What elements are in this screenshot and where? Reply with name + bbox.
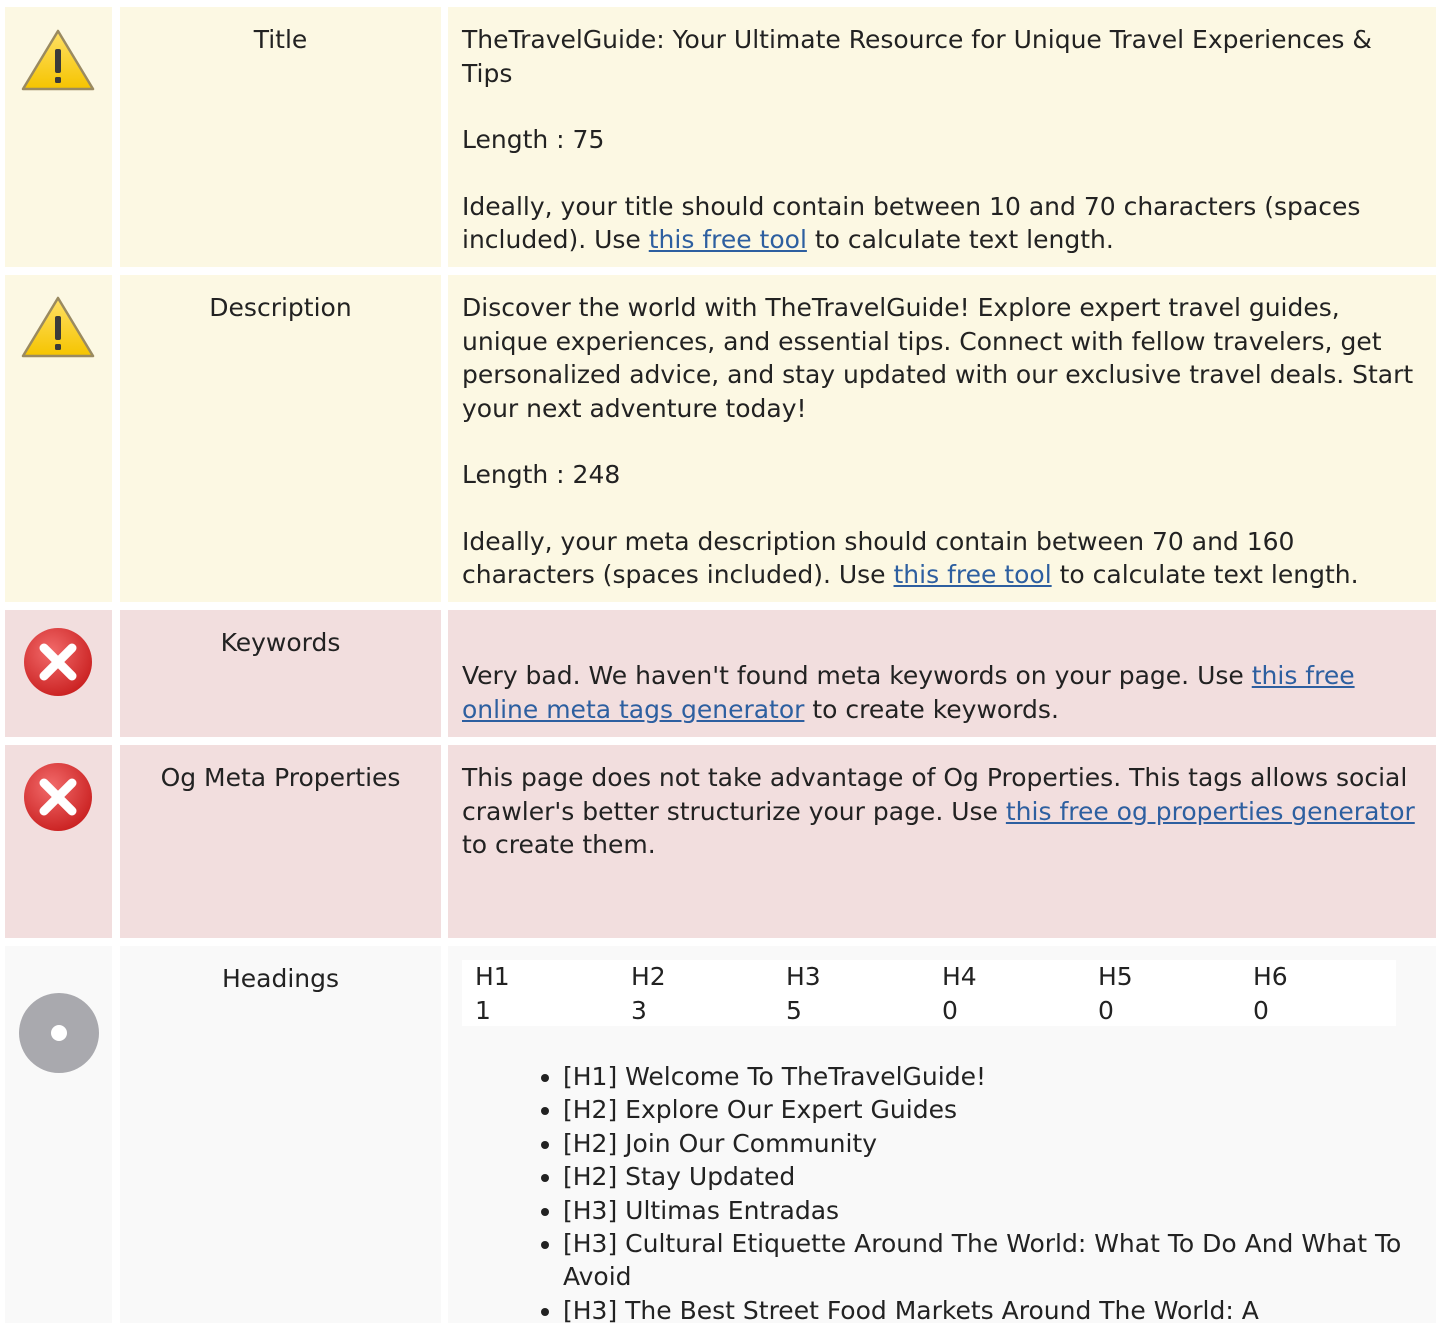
og-content: This page does not take advantage of Og … (448, 745, 1436, 938)
list-item: [H3] Cultural Etiquette Around The World… (541, 1227, 1422, 1294)
headings-label: Headings (120, 946, 441, 1323)
h4-header: H4 (942, 962, 977, 991)
h4-column: H4 0 (942, 960, 1098, 1027)
h2-header: H2 (631, 962, 666, 991)
h1-header: H1 (475, 962, 510, 991)
error-icon (24, 763, 92, 831)
h2-column: H2 3 (631, 960, 787, 1027)
h6-count: 0 (1253, 995, 1269, 1025)
title-advice: Ideally, your title should contain betwe… (462, 190, 1422, 257)
keywords-label: Keywords (120, 610, 441, 737)
title-advice-tail: to calculate text length. (806, 225, 1114, 254)
h6-column: H6 0 (1253, 960, 1409, 1027)
keywords-message: Very bad. We haven't found meta keywords… (462, 659, 1422, 726)
h5-count: 0 (1098, 995, 1114, 1025)
og-properties-generator-link[interactable]: this free og properties generator (1006, 797, 1415, 826)
keywords-row: Keywords Very bad. We haven't found meta… (0, 610, 1445, 737)
list-item: [H2] Join Our Community (541, 1127, 1422, 1160)
headings-list: [H1] Welcome To TheTravelGuide! [H2] Exp… (462, 1060, 1422, 1327)
list-item: [H1] Welcome To TheTravelGuide! (541, 1060, 1422, 1093)
h6-header: H6 (1253, 962, 1288, 991)
description-length: Length : 248 (462, 460, 621, 489)
og-status-cell (5, 745, 112, 938)
description-status-cell (5, 275, 112, 602)
list-item: [H2] Explore Our Expert Guides (541, 1093, 1422, 1126)
headings-content: H1 1 H2 3 H3 5 H4 0 H5 0 H6 0 [H1] Welco… (448, 946, 1436, 1325)
error-icon (24, 628, 92, 696)
h2-count: 3 (631, 995, 647, 1025)
title-label: Title (120, 7, 441, 267)
h1-column: H1 1 (475, 960, 631, 1027)
og-label: Og Meta Properties (120, 745, 441, 938)
info-icon (19, 993, 99, 1073)
description-value: Discover the world with TheTravelGuide! … (462, 293, 1414, 423)
description-advice-tail: to calculate text length. (1051, 560, 1359, 589)
h4-count: 0 (942, 995, 958, 1025)
h3-header: H3 (786, 962, 821, 991)
title-length: Length : 75 (462, 125, 605, 154)
keywords-status-cell (5, 610, 112, 737)
keywords-message-text: Very bad. We haven't found meta keywords… (462, 661, 1252, 690)
og-message: This page does not take advantage of Og … (462, 761, 1422, 862)
keywords-content: Very bad. We haven't found meta keywords… (448, 610, 1436, 737)
warning-icon (21, 29, 95, 91)
h5-column: H5 0 (1098, 960, 1254, 1027)
list-item: [H3] Ultimas Entradas (541, 1194, 1422, 1227)
og-properties-row: Og Meta Properties This page does not ta… (0, 745, 1445, 938)
description-row: Description Discover the world with TheT… (0, 275, 1445, 602)
list-item: [H3] The Best Street Food Markets Around… (541, 1294, 1422, 1327)
og-message-tail: to create them. (462, 830, 656, 859)
warning-icon (21, 296, 95, 358)
title-content: TheTravelGuide: Your Ultimate Resource f… (448, 7, 1436, 267)
h1-count: 1 (475, 995, 491, 1025)
h5-header: H5 (1098, 962, 1133, 991)
title-free-tool-link[interactable]: this free tool (649, 225, 807, 254)
description-label: Description (120, 275, 441, 602)
description-advice: Ideally, your meta description should co… (462, 525, 1422, 592)
h3-count: 5 (786, 995, 802, 1025)
list-item: [H2] Stay Updated (541, 1160, 1422, 1193)
h3-column: H3 5 (786, 960, 942, 1027)
headings-row: Headings H1 1 H2 3 H3 5 H4 0 H5 0 H6 0 [… (0, 946, 1445, 1325)
keywords-message-tail: to create keywords. (804, 694, 1059, 724)
description-free-tool-link[interactable]: this free tool (894, 560, 1052, 589)
headings-status-cell (5, 946, 112, 1323)
title-row: Title TheTravelGuide: Your Ultimate Reso… (0, 7, 1445, 267)
title-value: TheTravelGuide: Your Ultimate Resource f… (462, 25, 1372, 88)
title-status-cell (5, 7, 112, 267)
headings-count-table: H1 1 H2 3 H3 5 H4 0 H5 0 H6 0 (462, 960, 1396, 1026)
description-content: Discover the world with TheTravelGuide! … (448, 275, 1436, 602)
